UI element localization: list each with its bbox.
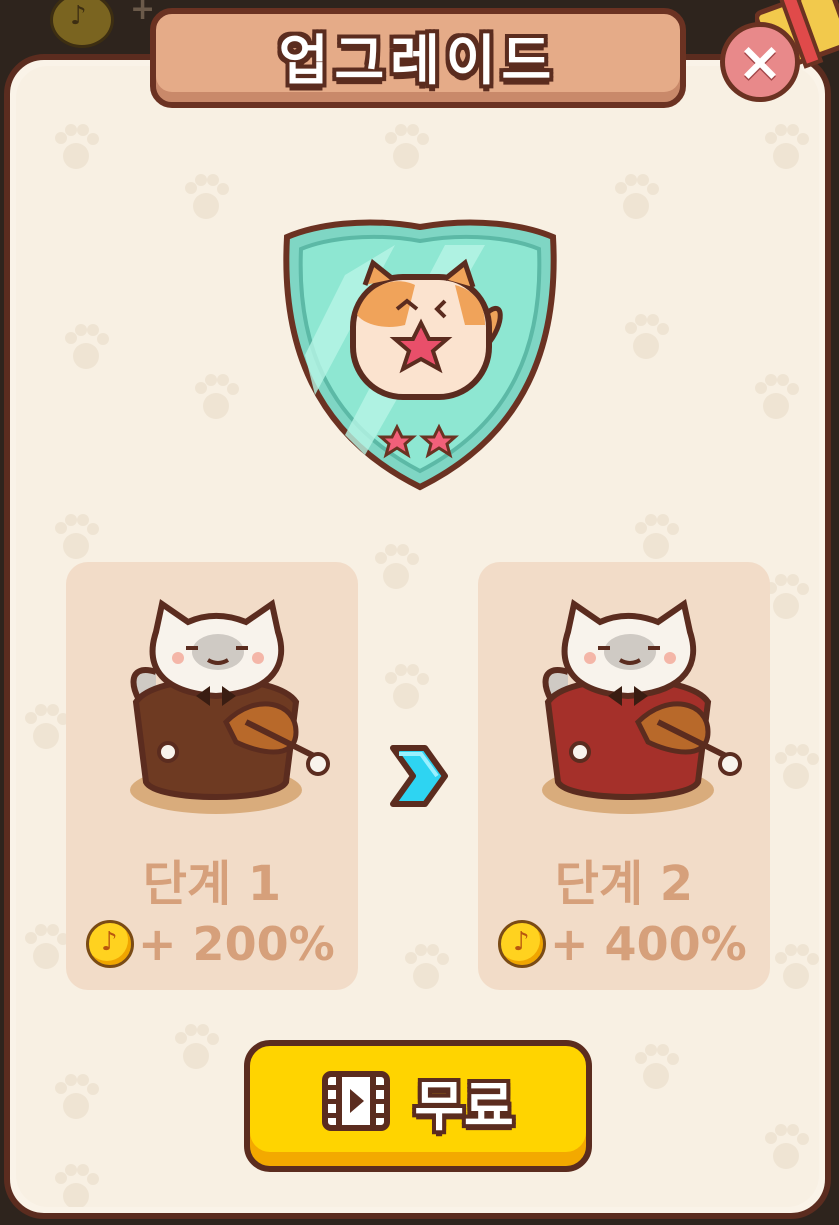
violinist-cat-icon [130, 598, 330, 814]
next-level-label: 단계 2 [554, 856, 694, 912]
close-button[interactable]: × [720, 22, 800, 102]
free-button-label: 무료 [414, 1074, 514, 1138]
current-level-bonus: ♪ + 200% [86, 917, 335, 971]
coin-icon: ♪ [498, 920, 546, 968]
chevron-right-icon [390, 745, 448, 807]
dialog-title-plate: 업그레이드 [150, 8, 686, 108]
close-icon: × [737, 30, 783, 93]
dialog-title: 업그레이드 [278, 28, 558, 92]
coin-icon: ♪ [50, 0, 114, 48]
current-level-card: 단계 1 ♪ + 200% [66, 562, 358, 990]
next-level-card: 단계 2 ♪ + 400% [478, 562, 770, 990]
cat-badge-shield [283, 219, 557, 491]
coin-icon: ♪ [86, 920, 134, 968]
violinist-cat-upgraded-icon [542, 598, 742, 814]
next-bonus-value: + 400% [550, 917, 747, 971]
current-bonus-value: + 200% [138, 917, 335, 971]
video-film-icon [322, 1071, 391, 1131]
next-level-bonus: ♪ + 400% [498, 917, 747, 971]
current-level-label: 단계 1 [142, 856, 282, 912]
free-upgrade-button[interactable]: 무료 [244, 1040, 592, 1172]
